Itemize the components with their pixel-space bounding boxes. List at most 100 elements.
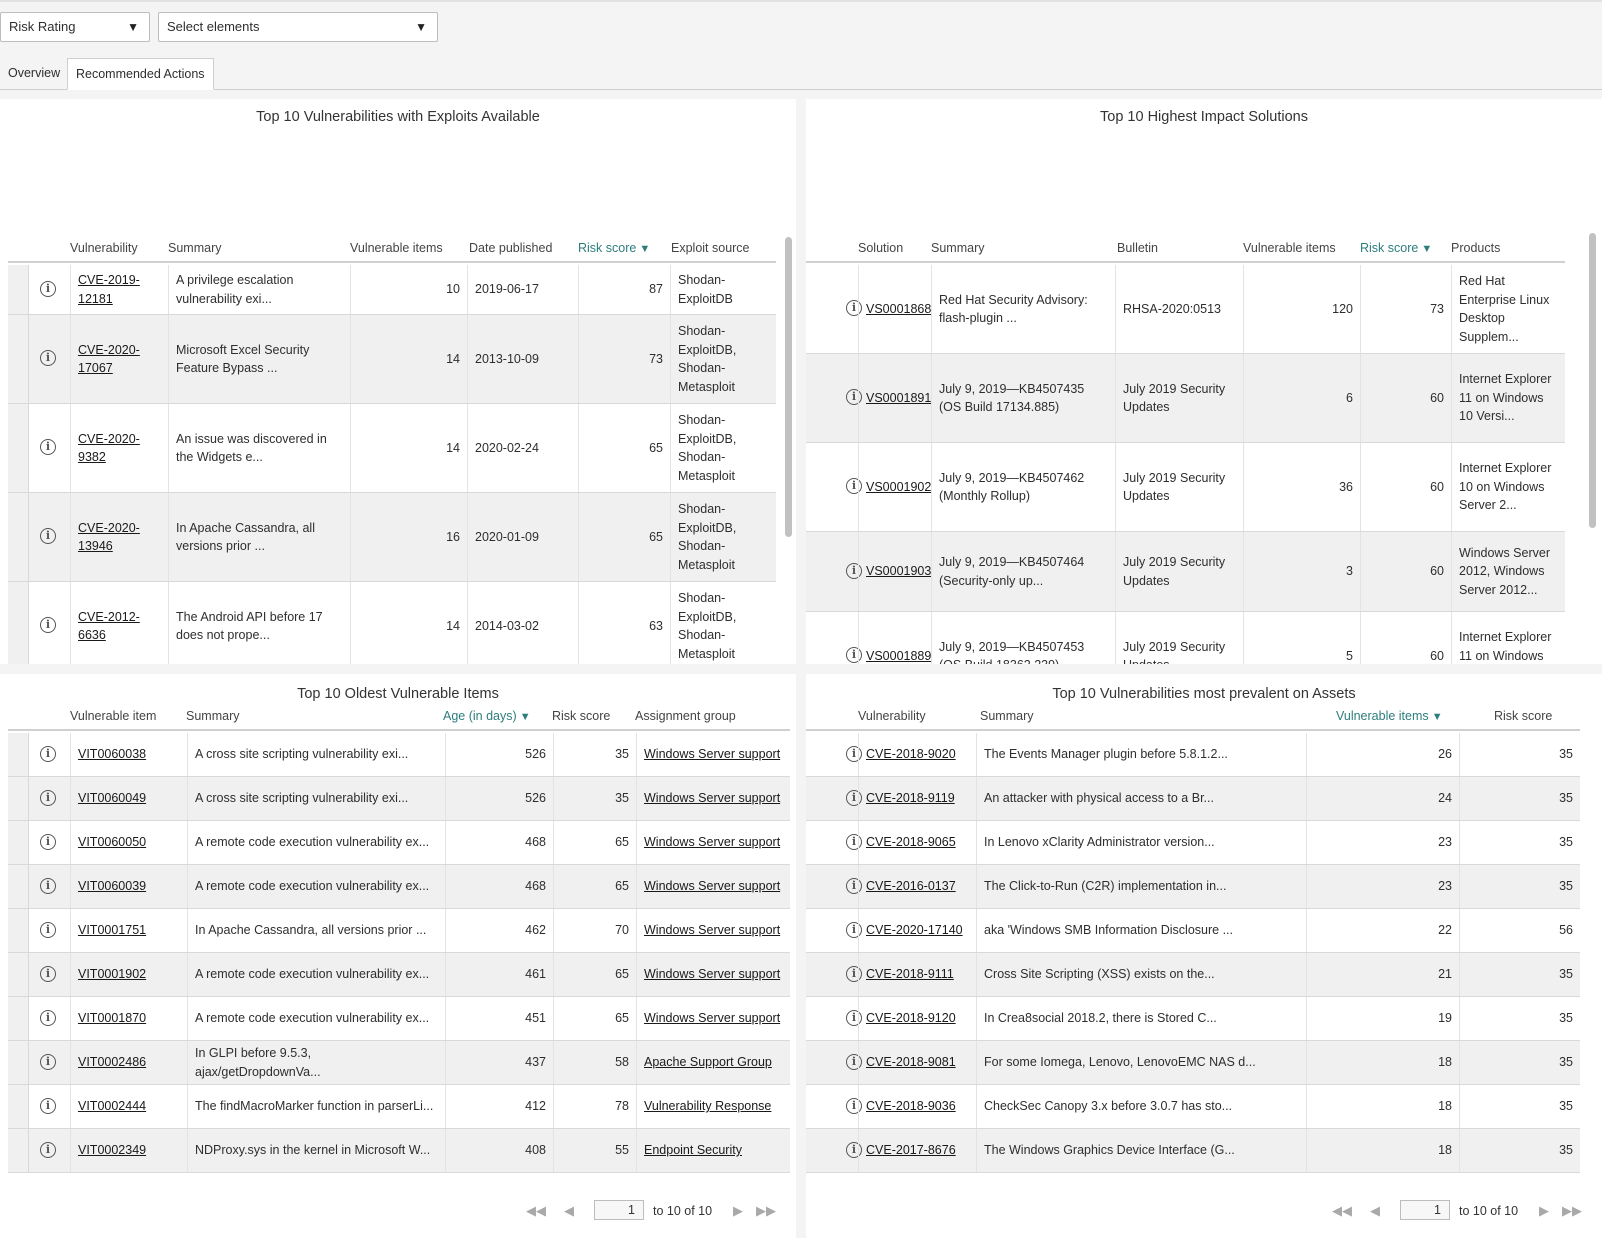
column-header[interactable]: Exploit source: [671, 233, 750, 263]
last-page-icon[interactable]: ▶▶: [756, 1200, 776, 1222]
assignment-group-link[interactable]: Windows Server support: [644, 921, 780, 940]
assignment-group-link[interactable]: Vulnerability Response: [644, 1097, 771, 1116]
column-header[interactable]: Date published: [469, 233, 552, 263]
info-circle-icon[interactable]: i: [40, 745, 56, 762]
record-link[interactable]: CVE-2018-9081: [866, 1053, 956, 1072]
column-header[interactable]: Summary: [980, 701, 1033, 731]
info-circle-icon[interactable]: i: [40, 439, 56, 455]
record-link[interactable]: CVE-2017-8676: [866, 1141, 956, 1160]
column-header[interactable]: Bulletin: [1117, 233, 1158, 263]
risk-rating-dropdown[interactable]: Risk Rating ▼: [0, 12, 150, 42]
assignment-group-link[interactable]: Windows Server support: [644, 789, 780, 808]
record-link[interactable]: CVE-2018-9119: [866, 789, 955, 808]
record-link[interactable]: CVE-2020-9382: [78, 430, 161, 467]
page-number-input[interactable]: 1: [594, 1200, 644, 1220]
info-circle-icon[interactable]: i: [40, 1053, 56, 1070]
column-header[interactable]: Vulnerability: [858, 701, 926, 731]
assignment-group-link[interactable]: Windows Server support: [644, 745, 780, 764]
record-link[interactable]: VIT0002486: [78, 1053, 146, 1072]
record-link[interactable]: VIT0060050: [78, 833, 146, 852]
info-circle-icon[interactable]: i: [40, 350, 56, 366]
column-header[interactable]: Products: [1451, 233, 1500, 263]
record-link[interactable]: VIT0060049: [78, 789, 146, 808]
info-circle-icon[interactable]: i: [40, 1141, 56, 1158]
tab-recommended-actions[interactable]: Recommended Actions: [67, 58, 214, 90]
record-link[interactable]: VS0001889: [866, 647, 931, 664]
row-gutter: [8, 315, 29, 403]
column-header[interactable]: Vulnerable items: [1243, 233, 1336, 263]
column-header[interactable]: Summary: [931, 233, 984, 263]
record-link[interactable]: VIT0001751: [78, 921, 146, 940]
column-header[interactable]: Vulnerability: [70, 233, 138, 263]
next-page-icon[interactable]: ▶: [733, 1200, 743, 1222]
record-link[interactable]: VS0001903: [866, 562, 931, 581]
first-page-icon[interactable]: ◀◀: [526, 1200, 546, 1222]
column-header[interactable]: Assignment group: [635, 701, 736, 731]
info-circle-icon[interactable]: i: [40, 877, 56, 894]
first-page-icon[interactable]: ◀◀: [1332, 1200, 1352, 1222]
cell-text: 58: [615, 1055, 629, 1070]
info-circle-icon[interactable]: i: [40, 921, 56, 938]
record-link[interactable]: CVE-2018-9065: [866, 833, 956, 852]
assignment-group-link[interactable]: Windows Server support: [644, 877, 780, 896]
table-cell-summary: An issue was discovered in the Widgets e…: [168, 404, 350, 492]
record-link[interactable]: VIT0002349: [78, 1141, 146, 1160]
last-page-icon[interactable]: ▶▶: [1562, 1200, 1582, 1222]
tab-overview[interactable]: Overview: [0, 58, 68, 89]
assignment-group-link[interactable]: Windows Server support: [644, 965, 780, 984]
record-link[interactable]: CVE-2019-12181: [78, 271, 161, 308]
record-link[interactable]: VIT0001870: [78, 1009, 146, 1028]
column-header[interactable]: Risk score: [552, 701, 610, 731]
info-circle-icon[interactable]: i: [40, 617, 56, 633]
info-circle-icon[interactable]: i: [40, 528, 56, 544]
cell-text: A remote code execution vulnerability ex…: [195, 967, 430, 982]
column-header[interactable]: Vulnerable items: [350, 233, 443, 263]
record-link[interactable]: VS0001891: [866, 389, 931, 408]
record-link[interactable]: CVE-2018-9036: [866, 1097, 956, 1116]
info-circle-icon[interactable]: i: [40, 1097, 56, 1114]
page-number-input[interactable]: 1: [1400, 1200, 1450, 1220]
previous-page-icon[interactable]: ◀: [1370, 1200, 1380, 1222]
assignment-group-link[interactable]: Windows Server support: [644, 1009, 780, 1028]
record-link[interactable]: VIT0060038: [78, 745, 146, 764]
record-link[interactable]: VIT0060039: [78, 877, 146, 896]
record-link[interactable]: CVE-2018-9111: [866, 965, 954, 984]
column-header[interactable]: Risk score ▼: [578, 233, 650, 264]
record-link[interactable]: VS0001868: [866, 300, 931, 319]
assignment-group-link[interactable]: Windows Server support: [644, 833, 780, 852]
column-header[interactable]: Age (in days) ▼: [443, 701, 531, 732]
scrollbar-thumb[interactable]: [785, 237, 792, 537]
scrollbar-thumb[interactable]: [1589, 233, 1596, 528]
record-link[interactable]: VIT0001902: [78, 965, 146, 984]
column-header[interactable]: Vulnerable items ▼: [1336, 701, 1443, 732]
record-link[interactable]: CVE-2018-9020: [866, 745, 956, 764]
record-link[interactable]: VIT0002444: [78, 1097, 146, 1116]
column-header[interactable]: Risk score ▼: [1360, 233, 1432, 264]
column-header[interactable]: Risk score: [1494, 701, 1552, 731]
previous-page-icon[interactable]: ◀: [564, 1200, 574, 1222]
cell-text: 60: [1430, 564, 1444, 579]
column-header[interactable]: Solution: [858, 233, 903, 263]
info-circle-icon[interactable]: i: [40, 965, 56, 982]
vertical-scrollbar[interactable]: [1589, 233, 1596, 664]
vertical-scrollbar[interactable]: [785, 233, 792, 664]
record-link[interactable]: CVE-2020-13946: [78, 519, 161, 556]
column-header[interactable]: Summary: [168, 233, 221, 263]
record-link[interactable]: VS0001902: [866, 478, 931, 497]
record-link[interactable]: CVE-2012-6636: [78, 608, 161, 645]
assignment-group-link[interactable]: Apache Support Group: [644, 1053, 772, 1072]
record-link[interactable]: CVE-2020-17067: [78, 341, 161, 378]
info-circle-icon[interactable]: i: [40, 280, 56, 297]
info-circle-icon[interactable]: i: [40, 789, 56, 806]
table-cell-score: 65: [553, 821, 636, 864]
info-circle-icon[interactable]: i: [40, 833, 56, 850]
info-circle-icon[interactable]: i: [40, 1009, 56, 1026]
column-header[interactable]: Summary: [186, 701, 239, 731]
column-header[interactable]: Vulnerable item: [70, 701, 156, 731]
record-link[interactable]: CVE-2016-0137: [866, 877, 956, 896]
select-elements-dropdown[interactable]: Select elements ▼: [158, 12, 438, 42]
record-link[interactable]: CVE-2020-17140: [866, 921, 963, 940]
record-link[interactable]: CVE-2018-9120: [866, 1009, 956, 1028]
next-page-icon[interactable]: ▶: [1539, 1200, 1549, 1222]
assignment-group-link[interactable]: Endpoint Security: [644, 1141, 742, 1160]
